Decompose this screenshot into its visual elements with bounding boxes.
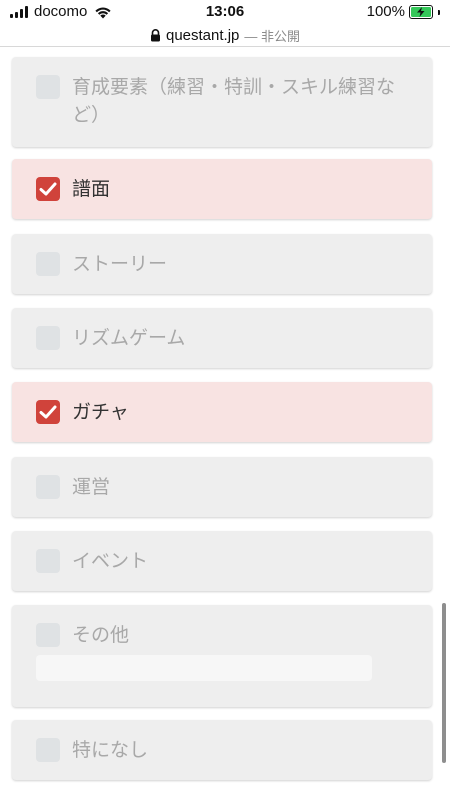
url-status: — 非公開 — [244, 28, 300, 44]
option-label: その他 — [72, 624, 130, 646]
other-text-input[interactable] — [36, 655, 372, 681]
checkbox-option[interactable]: 運営 — [12, 457, 432, 517]
battery-cap — [438, 9, 440, 15]
checkbox-option[interactable]: 譜面 — [12, 159, 432, 219]
option-label: ガチャ — [72, 401, 129, 423]
checkbox-checked[interactable] — [36, 177, 60, 201]
option-label: 特になし — [72, 739, 149, 761]
scrollbar[interactable] — [442, 603, 446, 763]
url-bar[interactable]: questant.jp — 非公開 — [0, 24, 450, 47]
checkbox-unchecked[interactable] — [36, 549, 60, 573]
checkmark-icon — [39, 405, 57, 419]
checkbox-option[interactable]: その他 — [12, 605, 432, 707]
checkbox-unchecked[interactable] — [36, 738, 60, 762]
option-label: リズムゲーム — [72, 327, 186, 349]
battery-percentage: 100% — [366, 3, 405, 20]
checkbox-checked[interactable] — [36, 400, 60, 424]
checkmark-icon — [39, 182, 57, 196]
option-label: イベント — [72, 550, 149, 572]
checkbox-unchecked[interactable] — [36, 252, 60, 276]
checkbox-unchecked[interactable] — [36, 475, 60, 499]
checkbox-option[interactable]: ストーリー — [12, 234, 432, 294]
checkbox-unchecked[interactable] — [36, 623, 60, 647]
status-right: 100% — [367, 2, 440, 22]
checkbox-unchecked[interactable] — [36, 75, 60, 99]
option-label: 育成要素（練習・特訓・スキル練習など） — [72, 76, 396, 126]
checkbox-option[interactable]: ガチャ — [12, 382, 432, 442]
checkbox-option[interactable]: 特になし — [12, 720, 432, 780]
checkbox-option[interactable]: イベント — [12, 531, 432, 591]
url-domain: questant.jp — [165, 26, 240, 44]
checkbox-option[interactable]: 育成要素（練習・特訓・スキル練習など） — [12, 57, 432, 147]
battery-charging-icon — [409, 5, 433, 19]
option-label: ストーリー — [72, 253, 168, 275]
status-bar: docomo 13:06 100% — [0, 0, 450, 24]
checkbox-unchecked[interactable] — [36, 326, 60, 350]
lock-icon — [150, 28, 160, 41]
option-label: 運営 — [72, 476, 111, 498]
option-label: 譜面 — [72, 178, 111, 200]
checkbox-list: 育成要素（練習・特訓・スキル練習など） 譜面ストーリーリズムゲーム ガチャ運営イベン… — [0, 47, 450, 800]
checkbox-option[interactable]: リズムゲーム — [12, 308, 432, 368]
